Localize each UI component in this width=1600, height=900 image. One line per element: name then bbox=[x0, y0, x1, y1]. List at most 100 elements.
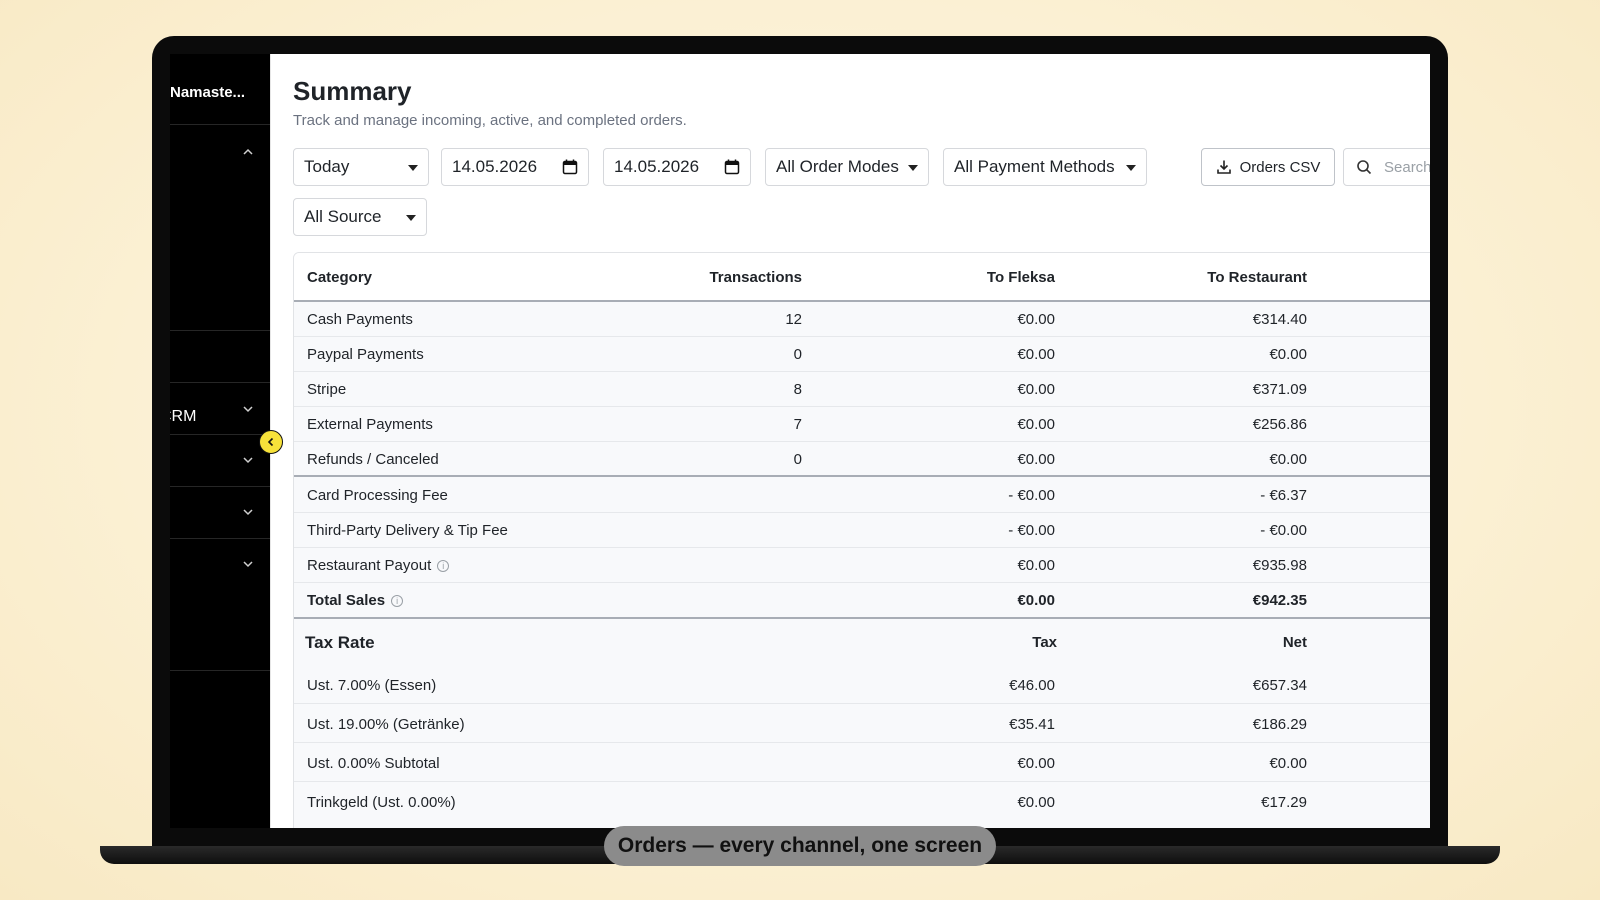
download-icon bbox=[1216, 160, 1231, 174]
row-to-fleksa: €0.00 bbox=[1017, 557, 1055, 574]
row-to-fleksa: €0.00 bbox=[1017, 346, 1055, 363]
date-from-value: 14.05.2026 bbox=[452, 157, 538, 176]
row-to-fleksa: €0.00 bbox=[1017, 451, 1055, 468]
row-to-fleksa: €0.00 bbox=[1017, 311, 1055, 328]
row-category: Paypal Payments bbox=[307, 346, 424, 363]
tax-row-tax: €0.00 bbox=[1017, 755, 1055, 772]
search-input[interactable]: Search bbox=[1343, 148, 1430, 186]
page-title: Summary bbox=[293, 76, 412, 106]
row-transactions: 12 bbox=[785, 311, 802, 328]
row-category-label: Total Sales bbox=[307, 592, 386, 609]
sidebar-divider bbox=[170, 486, 270, 487]
row-divider bbox=[294, 441, 1430, 442]
row-category: Refunds / Canceled bbox=[307, 451, 439, 468]
chevron-down-icon[interactable] bbox=[242, 506, 254, 518]
period-select[interactable]: Today bbox=[293, 148, 429, 186]
payment-methods-value: All Payment Methods bbox=[954, 157, 1115, 176]
tax-row-net: €657.34 bbox=[1252, 677, 1307, 694]
section-divider bbox=[294, 475, 1430, 477]
row-to-fleksa: €0.00 bbox=[1017, 416, 1055, 433]
row-to-restaurant: €314.40 bbox=[1252, 311, 1307, 328]
sidebar-divider bbox=[170, 670, 270, 671]
tax-row-rate: Ust. 7.00% (Essen) bbox=[307, 677, 437, 694]
calendar-icon[interactable] bbox=[562, 159, 578, 175]
chevron-down-icon[interactable] bbox=[242, 558, 254, 570]
source-select-value: All Source bbox=[304, 207, 382, 226]
summary-table: Category Transactions To Fleksa To Resta… bbox=[293, 252, 1430, 828]
row-divider bbox=[294, 742, 1430, 743]
order-modes-select[interactable]: All Order Modes bbox=[765, 148, 929, 186]
row-category: Cash Payments bbox=[307, 311, 413, 328]
net-heading: Net bbox=[1282, 634, 1307, 651]
date-to-value: 14.05.2026 bbox=[614, 157, 700, 176]
source-select[interactable]: All Source bbox=[293, 198, 427, 236]
row-transactions: 0 bbox=[793, 451, 802, 468]
row-divider bbox=[294, 781, 1430, 782]
tax-heading: Tax bbox=[1032, 634, 1057, 651]
row-to-restaurant: - €6.37 bbox=[1260, 487, 1307, 504]
row-divider bbox=[294, 547, 1430, 548]
row-divider bbox=[294, 582, 1430, 583]
row-to-restaurant: - €0.00 bbox=[1260, 522, 1307, 539]
tax-row-tax: €35.41 bbox=[1009, 716, 1055, 733]
row-category: External Payments bbox=[307, 416, 433, 433]
row-to-restaurant: €942.35 bbox=[1252, 592, 1307, 609]
caret-down-icon bbox=[1126, 165, 1136, 171]
tax-row-tax: €46.00 bbox=[1009, 677, 1055, 694]
header-transactions: Transactions bbox=[709, 269, 802, 286]
caret-down-icon bbox=[908, 165, 918, 171]
sidebar-item-crm[interactable]: CRM bbox=[170, 408, 196, 426]
row-transactions: 0 bbox=[793, 346, 802, 363]
date-to-field[interactable]: 14.05.2026 bbox=[603, 148, 751, 186]
tax-row-tax: €0.00 bbox=[1017, 794, 1055, 811]
sidebar-divider bbox=[170, 382, 270, 383]
row-divider bbox=[294, 371, 1430, 372]
app-screen: Namaste... CRM Summary Track and manage … bbox=[170, 54, 1430, 828]
row-transactions: 7 bbox=[793, 416, 802, 433]
row-to-restaurant: €935.98 bbox=[1252, 557, 1307, 574]
tax-row-net: €186.29 bbox=[1252, 716, 1307, 733]
row-divider bbox=[294, 512, 1430, 513]
tax-rate-heading: Tax Rate bbox=[305, 633, 375, 652]
chevron-down-icon[interactable] bbox=[242, 454, 254, 466]
header-to-restaurant: To Restaurant bbox=[1207, 269, 1307, 286]
row-to-restaurant: €371.09 bbox=[1252, 381, 1307, 398]
header-to-fleksa: To Fleksa bbox=[986, 269, 1055, 286]
sidebar-divider bbox=[170, 330, 270, 331]
row-category: Restaurant Payout i bbox=[307, 557, 450, 574]
row-category: Card Processing Fee bbox=[307, 487, 448, 504]
chevron-down-icon[interactable] bbox=[242, 403, 254, 415]
date-from-field[interactable]: 14.05.2026 bbox=[441, 148, 589, 186]
chevron-up-icon[interactable] bbox=[242, 146, 254, 158]
sidebar-divider bbox=[170, 124, 270, 125]
info-icon[interactable]: i bbox=[391, 595, 404, 607]
order-modes-value: All Order Modes bbox=[776, 157, 899, 176]
row-category: Stripe bbox=[307, 381, 347, 398]
row-to-restaurant: €0.00 bbox=[1269, 346, 1307, 363]
payment-methods-select[interactable]: All Payment Methods bbox=[943, 148, 1147, 186]
row-category: Total Sales i bbox=[307, 592, 404, 609]
main-content: Summary Track and manage incoming, activ… bbox=[270, 54, 1430, 828]
row-to-restaurant: €256.86 bbox=[1252, 416, 1307, 433]
page-subtitle: Track and manage incoming, active, and c… bbox=[293, 112, 687, 129]
orders-csv-button[interactable]: Orders CSV bbox=[1201, 148, 1335, 186]
tax-row-rate: Ust. 0.00% Subtotal bbox=[307, 755, 440, 772]
caret-down-icon bbox=[406, 215, 416, 221]
sidebar: Namaste... CRM bbox=[170, 54, 270, 828]
row-to-fleksa: €0.00 bbox=[1017, 381, 1055, 398]
calendar-icon[interactable] bbox=[724, 159, 740, 175]
sidebar-collapse-button[interactable] bbox=[259, 430, 283, 454]
chevron-left-icon bbox=[267, 437, 274, 447]
section-divider bbox=[294, 617, 1430, 619]
caption-banner: Orders — every channel, one screen bbox=[604, 826, 996, 866]
sidebar-brand[interactable]: Namaste... bbox=[170, 84, 270, 101]
info-icon[interactable]: i bbox=[437, 560, 450, 572]
tax-row-net: €0.00 bbox=[1269, 755, 1307, 772]
period-select-value: Today bbox=[304, 157, 350, 176]
orders-csv-label: Orders CSV bbox=[1239, 158, 1321, 176]
table-header-row: Category Transactions To Fleksa To Resta… bbox=[294, 253, 1430, 301]
row-to-fleksa: €0.00 bbox=[1017, 592, 1055, 609]
tax-row-rate: Trinkgeld (Ust. 0.00%) bbox=[307, 794, 456, 811]
row-transactions: 8 bbox=[793, 381, 802, 398]
search-icon bbox=[1357, 160, 1372, 175]
